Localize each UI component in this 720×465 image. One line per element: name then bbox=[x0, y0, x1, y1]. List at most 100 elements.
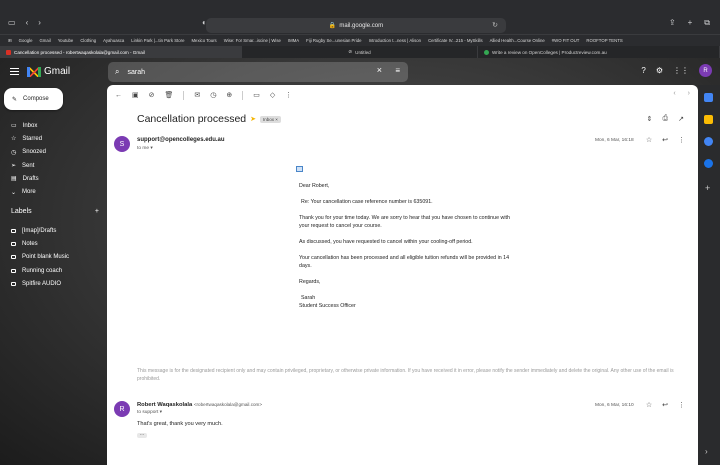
show-trimmed-content-button[interactable]: … bbox=[137, 432, 147, 438]
back-icon[interactable]: ‹ bbox=[26, 18, 29, 27]
label-name: Point blank Music bbox=[22, 254, 70, 261]
address-bar[interactable]: 🔒 mail.google.com ↻ bbox=[206, 18, 506, 33]
nav-item-more[interactable]: ⌄ More bbox=[0, 185, 100, 198]
bookmark-item[interactable]: Linkin Park |...tin Park Store bbox=[131, 38, 184, 43]
importance-marker-icon[interactable]: ➤ bbox=[250, 115, 256, 123]
move-to-icon[interactable]: ▭ bbox=[253, 91, 260, 99]
nav-item-starred[interactable]: ☆ Starred bbox=[0, 132, 100, 145]
tab-review[interactable]: Write a review on OpenColleges | Product… bbox=[478, 46, 720, 58]
label-item[interactable]: Spitfire AUDIO bbox=[0, 277, 100, 290]
reply-recipient-line[interactable]: to support ▾ bbox=[137, 410, 162, 415]
gmail-logo[interactable]: Gmail bbox=[27, 66, 70, 77]
label-name: Spitfire AUDIO bbox=[22, 280, 62, 287]
reply-body: That's great, thank you very much. bbox=[137, 421, 223, 427]
label-item[interactable]: Notes bbox=[0, 237, 100, 250]
older-icon[interactable]: › bbox=[688, 90, 690, 97]
add-addon-icon[interactable]: + bbox=[705, 183, 710, 193]
more-icon[interactable]: ⋮ bbox=[678, 401, 685, 409]
reply-sender-avatar[interactable]: R bbox=[114, 401, 130, 417]
bookmark-item[interactable]: Clothing bbox=[80, 38, 96, 43]
gmail-favicon-icon bbox=[6, 49, 11, 55]
newer-icon[interactable]: ‹ bbox=[673, 90, 675, 97]
nav-item-drafts[interactable]: ▤ Drafts bbox=[0, 172, 100, 185]
bookmark-item[interactable]: #WO FIT OUT bbox=[552, 38, 580, 43]
sender-email[interactable]: support@opencolleges.edu.au bbox=[137, 137, 225, 143]
bookmark-item[interactable]: Ayahuasca bbox=[103, 38, 124, 43]
tab-untitled[interactable]: ⊘ Untitled bbox=[242, 46, 478, 58]
bookmarks-grid-icon[interactable]: ⊞ bbox=[8, 38, 12, 44]
more-options-icon[interactable]: ⋮ bbox=[285, 91, 292, 99]
send-icon: ➢ bbox=[11, 163, 17, 170]
snooze-icon[interactable]: ◷ bbox=[210, 91, 216, 99]
calendar-icon[interactable] bbox=[704, 93, 713, 102]
bookmark-item[interactable]: IMMA bbox=[288, 38, 299, 43]
nav-item-inbox[interactable]: ▭ Inbox bbox=[0, 119, 100, 132]
apps-grid-icon[interactable]: ⋮⋮ bbox=[673, 66, 689, 75]
account-avatar[interactable]: R bbox=[699, 64, 712, 77]
add-task-icon[interactable]: ⊕ bbox=[226, 91, 232, 99]
bookmark-item[interactable]: Mexico Tours bbox=[191, 38, 216, 43]
bookmark-item[interactable]: Fiji Rugby Se...unesian Pride bbox=[306, 38, 361, 43]
open-new-window-icon[interactable]: ↗ bbox=[678, 115, 684, 123]
reload-icon[interactable]: ↻ bbox=[492, 21, 498, 29]
label-icon[interactable]: ◇ bbox=[270, 91, 275, 99]
reply-sender[interactable]: Robert Waqaskolala <robertwaqaskolala@gm… bbox=[137, 402, 262, 408]
bookmark-item[interactable]: Wise: For Smar...iscine | Wise bbox=[224, 38, 281, 43]
print-icon[interactable]: ⎙ bbox=[663, 115, 669, 123]
nav-item-snoozed[interactable]: ◷ Snoozed bbox=[0, 146, 100, 159]
more-icon[interactable]: ⋮ bbox=[678, 136, 685, 144]
settings-gear-icon[interactable]: ⚙ bbox=[656, 66, 663, 75]
search-options-icon[interactable]: ≡ bbox=[395, 66, 400, 75]
bookmark-item[interactable]: Certificate IV...215 - MySkills bbox=[428, 38, 483, 43]
help-icon[interactable]: ? bbox=[641, 66, 645, 75]
report-spam-icon[interactable]: ⊘ bbox=[149, 91, 155, 99]
bookmark-item[interactable]: Gmail bbox=[39, 38, 50, 43]
nav-label: Starred bbox=[22, 135, 43, 142]
reply-icon[interactable]: ↩ bbox=[662, 136, 668, 144]
star-icon[interactable]: ☆ bbox=[646, 136, 652, 144]
tab-gmail[interactable]: Cancellation processed - robertwaqaskola… bbox=[0, 46, 242, 58]
label-item[interactable]: Running coach bbox=[0, 264, 100, 277]
labels-title: Labels bbox=[11, 208, 32, 215]
greeting: Dear Robert, bbox=[299, 183, 330, 189]
label-item[interactable]: [Imap]/Drafts bbox=[0, 224, 100, 237]
bookmark-item[interactable]: Allied Health...Course Online bbox=[490, 38, 545, 43]
bookmark-item[interactable]: Introduction t...ness | Alison bbox=[369, 38, 421, 43]
nav-item-sent[interactable]: ➢ Sent bbox=[0, 159, 100, 172]
collapse-all-icon[interactable]: ⇕ bbox=[647, 115, 653, 123]
bookmark-item[interactable]: Google bbox=[19, 38, 33, 43]
forward-icon[interactable]: › bbox=[38, 18, 41, 27]
star-icon[interactable]: ☆ bbox=[646, 401, 652, 409]
keep-icon[interactable] bbox=[704, 115, 713, 124]
tasks-icon[interactable] bbox=[704, 137, 713, 146]
body-paragraph: Your cancellation has been processed and… bbox=[299, 255, 510, 269]
sender-avatar[interactable]: S bbox=[114, 136, 130, 152]
sidebar-toggle-icon[interactable]: ▭ bbox=[8, 18, 16, 27]
inbox-label-chip[interactable]: Inbox × bbox=[260, 115, 281, 123]
add-label-icon[interactable]: + bbox=[95, 208, 99, 215]
bookmark-item[interactable]: Youtube bbox=[58, 38, 74, 43]
tab-overview-icon[interactable]: ⧉ bbox=[704, 18, 710, 28]
back-arrow-icon[interactable]: ← bbox=[115, 92, 122, 99]
search-bar[interactable]: ⌕ sarah × ≡ bbox=[108, 62, 408, 82]
contacts-icon[interactable] bbox=[704, 159, 713, 168]
compose-button[interactable]: ✎ Compose bbox=[4, 88, 63, 110]
bookmark-item[interactable]: ROOFTOP TENTS bbox=[586, 38, 622, 43]
delete-icon[interactable]: 🗑 bbox=[165, 91, 174, 99]
recipient-line[interactable]: to me ▾ bbox=[137, 146, 153, 151]
sender-address: <robertwaqaskolala@gmail.com> bbox=[193, 402, 263, 407]
tab-bar: Cancellation processed - robertwaqaskola… bbox=[0, 46, 720, 58]
hide-panel-icon[interactable]: › bbox=[705, 447, 708, 456]
reply-icon[interactable]: ↩ bbox=[662, 401, 668, 409]
search-icon[interactable]: ⌕ bbox=[115, 67, 119, 77]
tab-title: Write a review on OpenColleges | Product… bbox=[492, 49, 607, 55]
search-input[interactable]: sarah bbox=[127, 69, 145, 76]
main-menu-icon[interactable] bbox=[10, 68, 19, 75]
clear-search-icon[interactable]: × bbox=[377, 65, 382, 75]
share-icon[interactable]: ⇪ bbox=[669, 18, 676, 28]
mark-unread-icon[interactable]: ✉ bbox=[194, 91, 200, 99]
archive-icon[interactable]: ▣ bbox=[132, 91, 139, 99]
new-tab-icon[interactable]: + bbox=[688, 18, 693, 28]
clock-icon: ◷ bbox=[11, 149, 17, 156]
label-item[interactable]: Point blank Music bbox=[0, 251, 100, 264]
